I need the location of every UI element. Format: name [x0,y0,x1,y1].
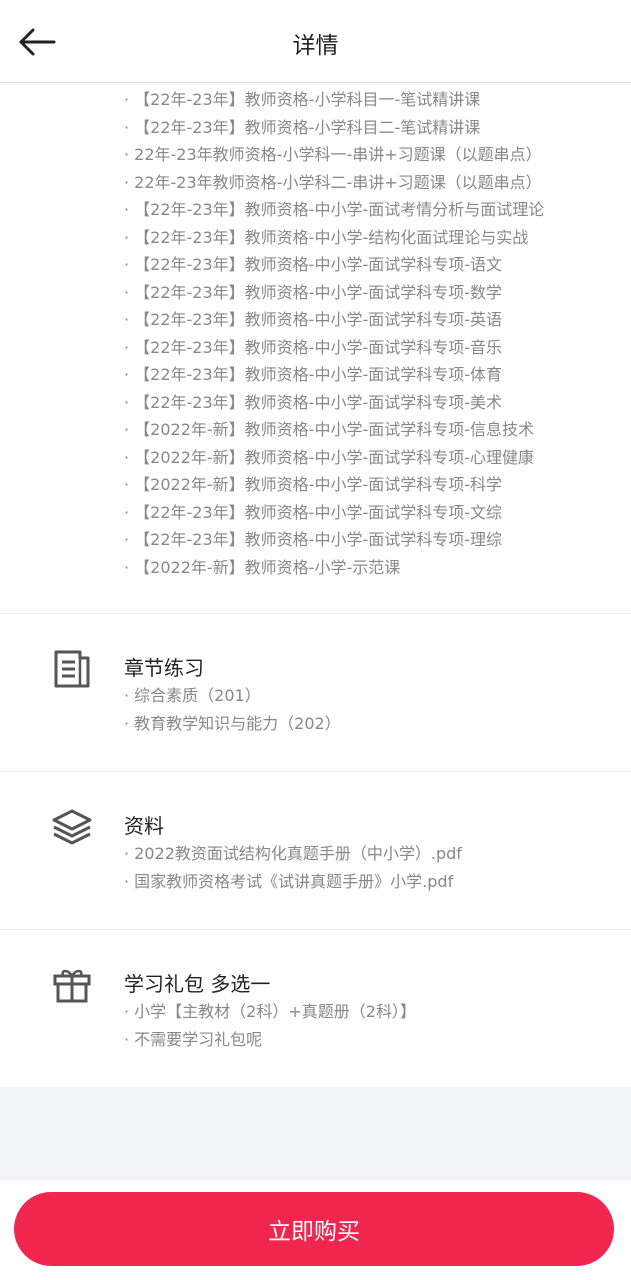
course-item: · 【2022年-新】教师资格-小学-示范课 [124,557,401,577]
course-item: · 【2022年-新】教师资格-中小学-面试学科专项-信息技术 [124,420,534,439]
course-item: · 【2022年-新】教师资格-中小学-面试学科专项-心理健康 [124,447,534,467]
document-list-icon [50,647,94,691]
course-item: · 【22年-23年】教师资格-中小学-面试学科专项-文综 [124,502,502,522]
course-item: · 【22年-23年】教师资格-小学科目二-笔试精讲课 [124,117,481,137]
course-item: · 【22年-23年】教师资格-中小学-面试学科专项-数学 [124,282,502,302]
course-item: · 【22年-23年】教师资格-小学科目一-笔试精讲课 [124,90,481,109]
course-item: · 【22年-23年】教师资格-中小学-面试学科专项-美术 [124,392,502,412]
course-item: · 【22年-23年】教师资格-中小学-面试学科专项-体育 [124,365,502,384]
practice-item: · 综合素质（201） [124,686,261,705]
gift-title: 学习礼包 多选一 [124,972,271,996]
practice-section: 章节练习 · 综合素质（201） · 教育教学知识与能力（202） [0,614,631,771]
practice-list: · 综合素质（201） · 教育教学知识与能力（202） [124,682,341,738]
course-item: · 【22年-23年】教师资格-中小学-面试学科专项-语文 [124,255,502,274]
materials-section: 资料 · 2022教资面试结构化真题手册（中小学）.pdf · 国家教师资格考试… [0,772,631,929]
course-item: · 【2022年-新】教师资格-中小学-面试学科专项-科学 [124,475,502,494]
buy-now-button[interactable]: 立即购买 [14,1192,614,1266]
course-item: · 【22年-23年】教师资格-中小学-结构化面试理论与实战 [124,227,529,247]
course-list: · 【22年-23年】教师资格-小学科目一-笔试精讲课 · 【22年-23年】教… [0,83,631,581]
course-item: · 【22年-23年】教师资格-中小学-面试学科专项-音乐 [124,337,502,357]
gift-option[interactable]: · 小学【主教材（2科）+真题册（2科）】 [124,998,416,1026]
gift-icon [50,963,94,1007]
gift-option[interactable]: · 不需要学习礼包呢 [124,1026,416,1054]
course-item: · 22年-23年教师资格-小学科二-串讲+习题课（以题串点） [124,172,542,192]
layers-icon [50,805,94,849]
course-item: · 22年-23年教师资格-小学科一-串讲+习题课（以题串点） [124,145,542,164]
detail-content: · 【22年-23年】教师资格-小学科目一-笔试精讲课 · 【22年-23年】教… [0,83,631,1087]
app-header: 详情 [0,0,631,83]
gift-section: 学习礼包 多选一 · 小学【主教材（2科）+真题册（2科）】 · 不需要学习礼包… [0,930,631,1087]
materials-list: · 2022教资面试结构化真题手册（中小学）.pdf · 国家教师资格考试《试讲… [124,840,462,896]
material-item[interactable]: · 2022教资面试结构化真题手册（中小学）.pdf [124,840,462,868]
materials-title: 资料 [124,814,164,838]
practice-title: 章节练习 [124,656,204,680]
course-item: · 【22年-23年】教师资格-中小学-面试学科专项-英语 [124,310,502,329]
material-item[interactable]: · 国家教师资格考试《试讲真题手册》小学.pdf [124,868,462,896]
practice-item: · 教育教学知识与能力（202） [124,714,341,733]
gift-list: · 小学【主教材（2科）+真题册（2科）】 · 不需要学习礼包呢 [124,998,416,1054]
course-item: · 【22年-23年】教师资格-中小学-面试考情分析与面试理论 [124,200,545,219]
page-title: 详情 [292,33,339,59]
course-item: · 【22年-23年】教师资格-中小学-面试学科专项-理综 [124,530,502,549]
bottom-action-bar: 立即购买 [0,1180,631,1280]
